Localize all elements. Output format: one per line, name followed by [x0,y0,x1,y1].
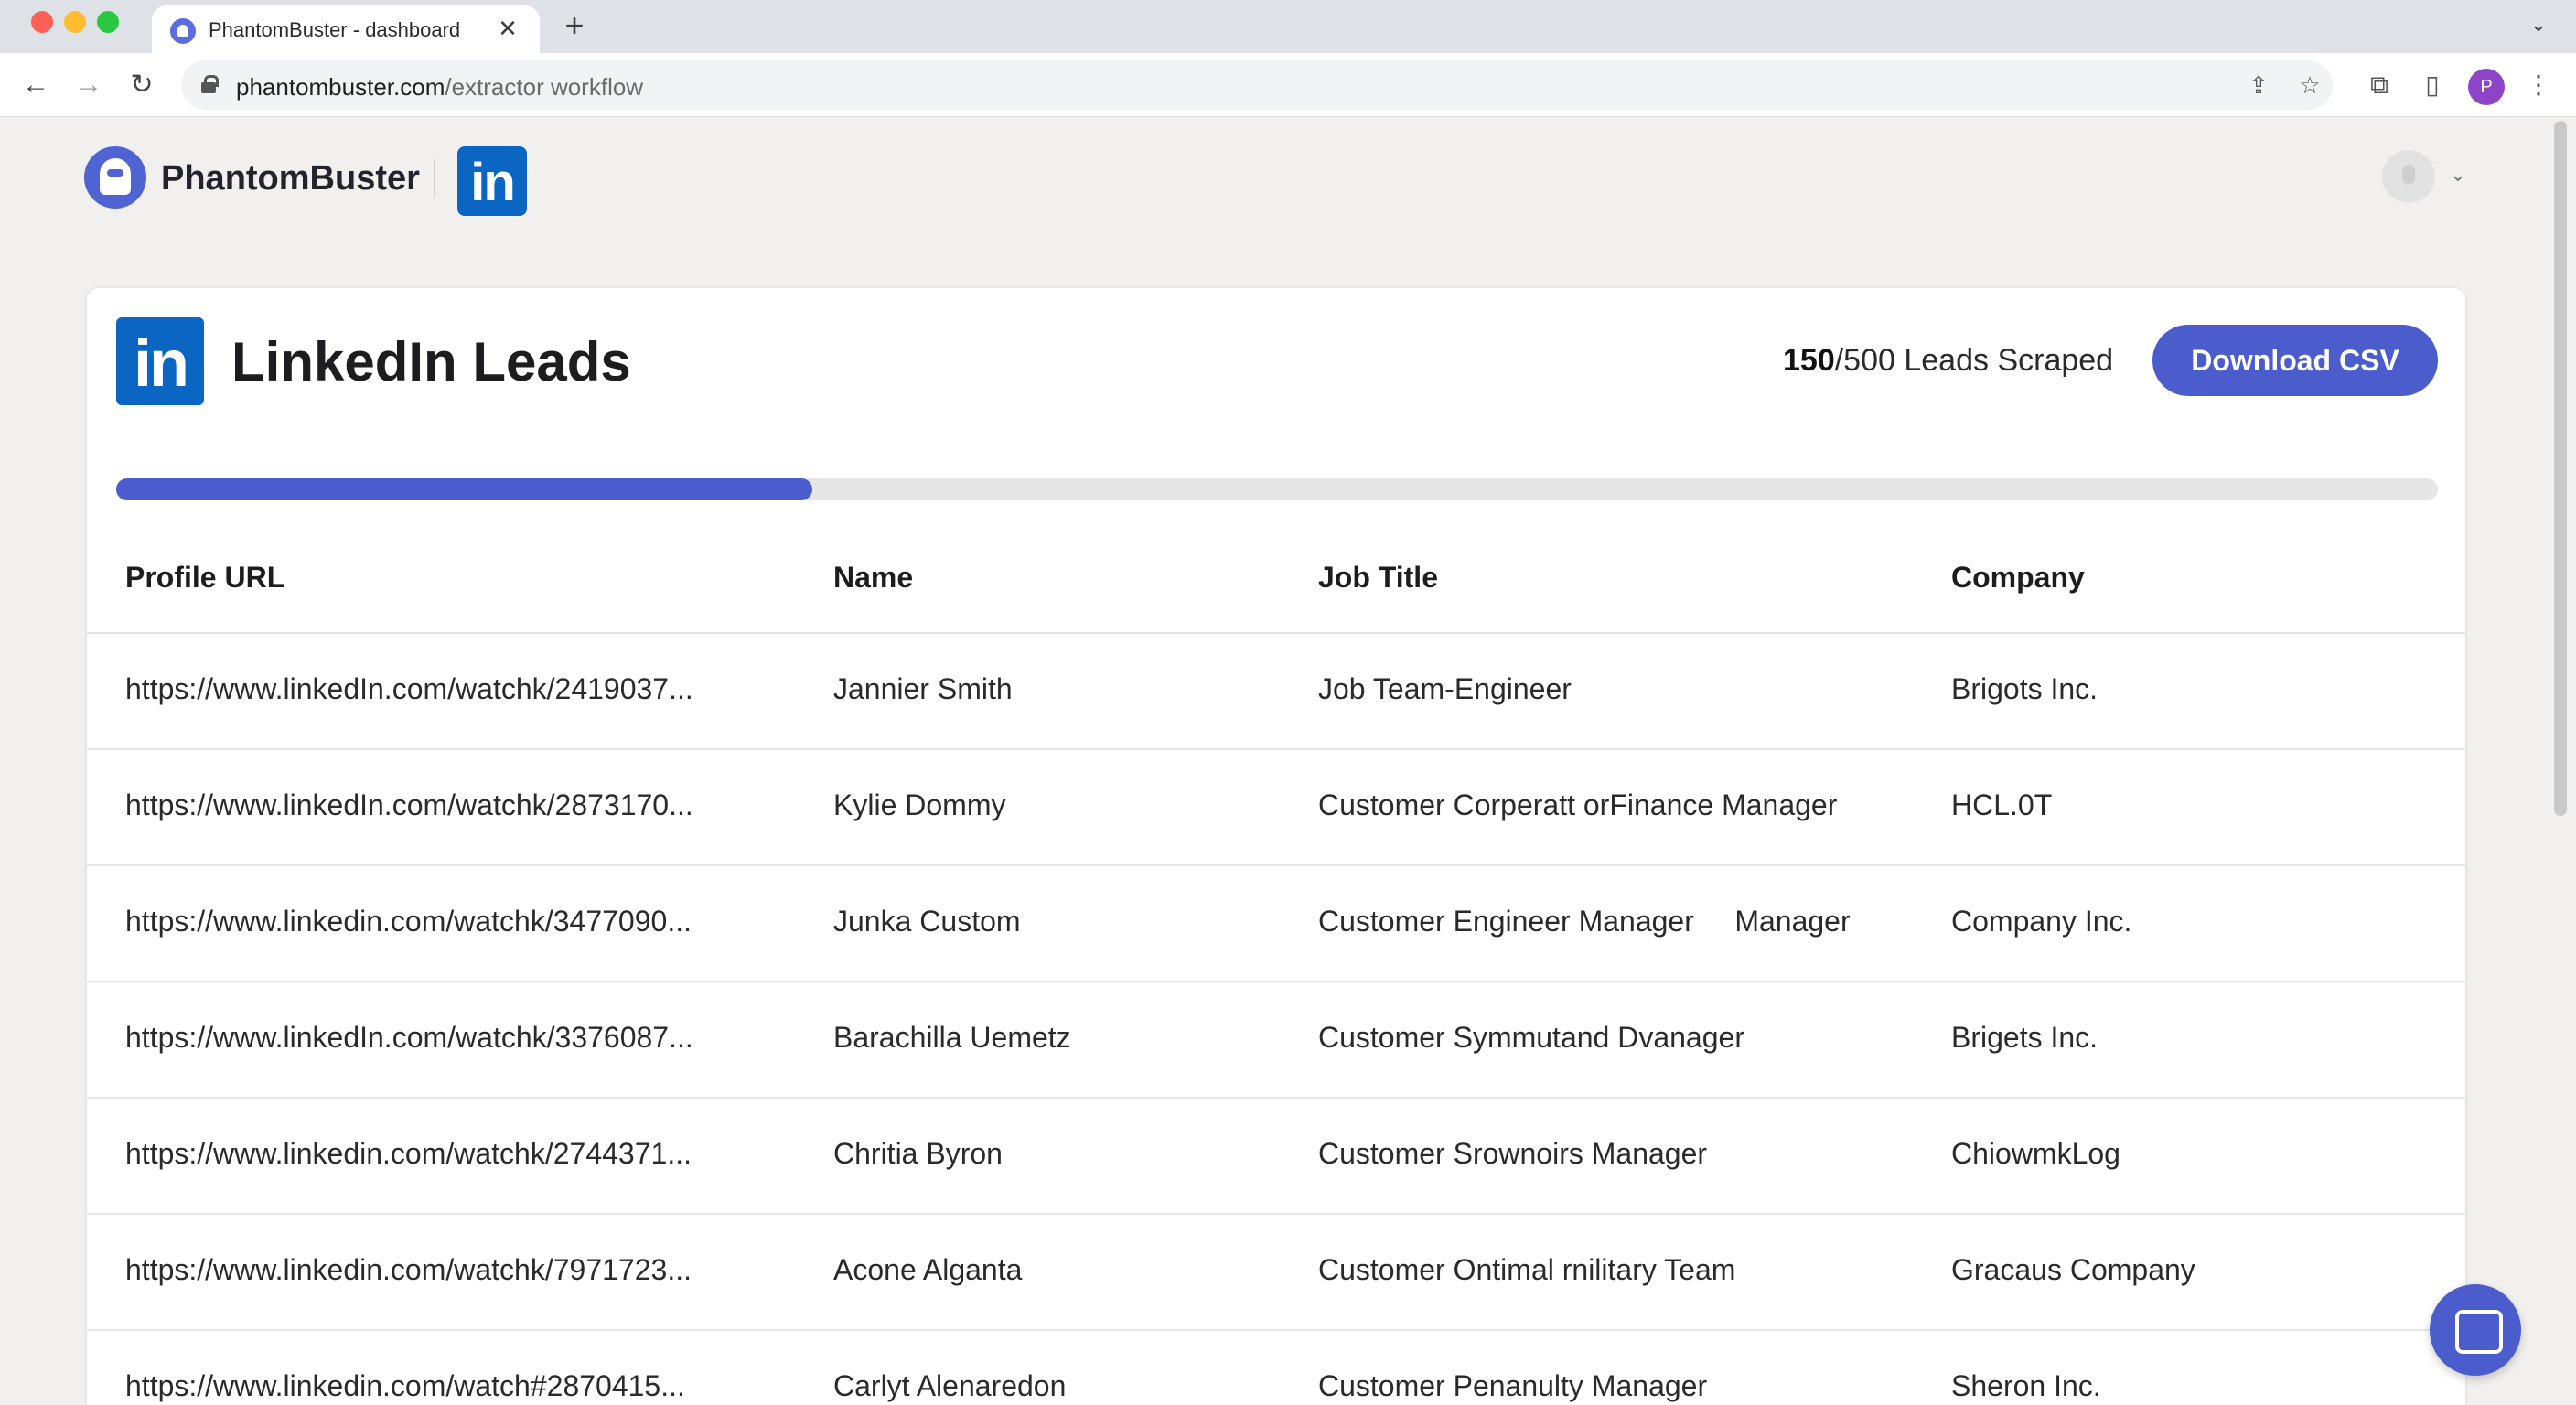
company-cell: Brigets Inc. [1951,1021,2098,1054]
brand-divider [434,159,435,198]
job-title-cell: Customer Penanulty Manager [1318,1369,1708,1402]
company-cell: ChiowmkLog [1951,1137,2120,1170]
column-header-profile-url[interactable]: Profile URL [125,561,802,595]
leads-card: in LinkedIn Leads 150/500 Leads Scraped … [86,287,2466,1405]
share-icon[interactable]: ⇪ [2243,70,2274,101]
tab-search-icon[interactable]: ⌄ [2525,13,2552,40]
job-title-cell: Customer Srownoirs Manager [1318,1137,1708,1170]
window-maximize-button[interactable] [97,11,119,33]
phantombuster-ghost-icon [84,146,146,209]
user-avatar-icon[interactable] [2382,150,2435,203]
table-row[interactable]: https://www.linkedIn.com/watchk/2419037.… [87,634,2465,750]
url-text[interactable]: phantombuster.com/extractor workflow [236,73,643,102]
job-title-cell: Customer Engineer Manager Manager [1318,905,1851,938]
browser-tab-bar: PhantomBuster - dashboard ✕ + ⌄ [0,0,2576,53]
profile-url-cell[interactable]: https://www.linkedin.com/watchk/3477090.… [125,905,802,938]
table-row[interactable]: https://www.linkedin.com/watchk/3477090.… [87,866,2465,982]
column-header-job-title[interactable]: Job Title [1318,561,1904,595]
company-cell: Brigots Inc. [1951,672,2098,705]
company-cell: Gracaus Company [1951,1253,2195,1286]
job-title-cell: Customer Corperatt orFinance Manager [1318,788,1838,821]
name-cell: Junka Custom [833,905,1021,938]
profile-url-cell[interactable]: https://www.linkedIn.com/watchk/2419037.… [125,672,802,706]
window-close-button[interactable] [31,11,53,33]
table-row[interactable]: https://www.linkedIn.com/watchk/2873170.… [87,750,2465,866]
download-csv-button[interactable]: Download CSV [2152,325,2438,396]
name-cell: Acone Alganta [833,1253,1023,1286]
table-row[interactable]: https://www.linkedin.com/watchk/2744371.… [87,1099,2465,1215]
table-row[interactable]: https://www.linkedin.com/watchk/7971723.… [87,1215,2465,1331]
profile-url-cell[interactable]: https://www.linkedin.com/watch#2870415..… [125,1369,802,1403]
column-header-name[interactable]: Name [833,561,1272,595]
url-path: /extractor workflow [445,73,644,101]
table-row[interactable]: https://www.linkedIn.com/watchk/3376087.… [87,982,2465,1099]
job-title-cell: Customer Symmutand Dvanager [1318,1021,1744,1054]
profile-url-cell[interactable]: https://www.linkedin.com/watchk/7971723.… [125,1253,802,1287]
address-bar[interactable]: phantombuster.com/extractor workflow ⇪ ☆ [181,60,2333,110]
reload-icon[interactable]: ↻ [124,68,159,102]
chevron-down-icon[interactable]: ⌄ [2444,161,2472,188]
window-minimize-button[interactable] [64,11,86,33]
name-cell: Barachilla Uemetz [833,1021,1071,1054]
table-row[interactable]: https://www.linkedin.com/watch#2870415..… [87,1331,2465,1405]
profile-url-cell[interactable]: https://www.linkedin.com/watchk/2744371.… [125,1137,802,1171]
name-cell: Chritia Byron [833,1137,1003,1170]
company-cell: HCL.0T [1951,788,2053,821]
brand-name: PhantomBuster [161,159,420,198]
scraped-number: 150 [1783,343,1835,378]
forward-arrow-icon[interactable]: → [71,68,106,102]
leads-scraped-count: 150/500 Leads Scraped [1783,343,2113,379]
chat-support-icon[interactable] [2430,1284,2521,1376]
name-cell: Carlyt Alenaredon [833,1369,1067,1402]
scraped-total-label: /500 Leads Scraped [1834,343,2114,378]
browser-menu-icon[interactable]: ⋮ [2521,68,2556,102]
extensions-puzzle-icon[interactable]: ⧉ [2362,68,2397,102]
tab-title: PhantomBuster - dashboard [209,18,461,41]
page-scrollbar[interactable] [2554,121,2567,816]
phantombuster-favicon-icon [170,18,196,44]
company-cell: Sheron Inc. [1951,1369,2101,1402]
lock-icon[interactable] [201,75,219,93]
job-title-cell: Customer Ontimal rnilitary Team [1318,1253,1736,1286]
linkedin-logo-icon: in [116,317,204,405]
side-panel-icon[interactable]: ▯ [2415,68,2450,102]
scrape-progress-fill [116,478,813,500]
new-tab-button[interactable]: + [558,9,591,42]
back-arrow-icon[interactable]: ← [18,68,53,102]
leads-table: Profile URL Name Job Title Company https… [87,524,2465,1405]
url-host: phantombuster.com [236,73,445,101]
linkedin-logo-icon: in [457,146,527,216]
profile-url-cell[interactable]: https://www.linkedIn.com/watchk/2873170.… [125,788,802,822]
name-cell: Kylie Dommy [833,788,1006,821]
tab-close-icon[interactable]: ✕ [494,15,521,42]
scrape-progress-bar [116,478,2438,500]
column-header-company[interactable]: Company [1951,561,2427,595]
bookmark-star-icon[interactable]: ☆ [2294,70,2325,101]
table-header-row: Profile URL Name Job Title Company [87,524,2465,634]
page-title: LinkedIn Leads [231,331,631,392]
browser-tab[interactable]: PhantomBuster - dashboard ✕ [152,5,540,53]
browser-toolbar: ← → ↻ phantombuster.com/extractor workfl… [0,53,2576,117]
company-cell: Company Inc. [1951,905,2132,938]
job-title-cell: Job Team-Engineer [1318,672,1572,705]
profile-avatar-icon[interactable]: P [2468,69,2505,105]
name-cell: Jannier Smith [833,672,1013,705]
profile-url-cell[interactable]: https://www.linkedIn.com/watchk/3376087.… [125,1021,802,1055]
